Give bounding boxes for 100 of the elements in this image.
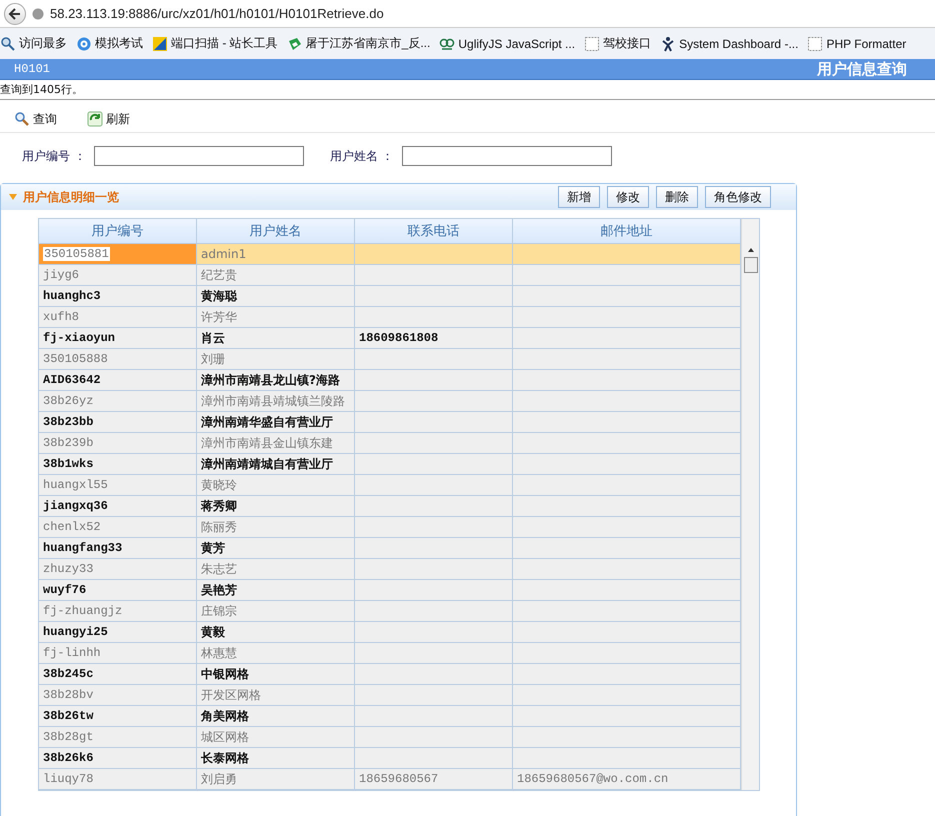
table-cell[interactable] xyxy=(513,748,741,769)
table-cell[interactable] xyxy=(513,349,741,370)
table-cell[interactable]: 38b1wks xyxy=(39,454,197,475)
table-cell[interactable]: 中银网格 xyxy=(197,664,355,685)
action-button[interactable]: 删除 xyxy=(656,186,698,208)
table-cell[interactable]: 角美网格 xyxy=(197,706,355,727)
table-cell[interactable]: 38b245c xyxy=(39,664,197,685)
table-cell[interactable] xyxy=(355,517,513,538)
table-cell[interactable] xyxy=(513,328,741,349)
action-button[interactable]: 新增 xyxy=(558,186,600,208)
table-cell[interactable]: 38b28gt xyxy=(39,727,197,748)
table-cell[interactable]: 黄晓玲 xyxy=(197,475,355,496)
table-cell[interactable] xyxy=(355,685,513,706)
bookmark[interactable]: 端口扫描 - 站长工具 xyxy=(152,35,278,52)
table-cell[interactable] xyxy=(513,580,741,601)
action-button[interactable]: 角色修改 xyxy=(705,186,771,208)
table-cell[interactable]: 纪艺贵 xyxy=(197,265,355,286)
table-cell[interactable]: 刘珊 xyxy=(197,349,355,370)
table-cell[interactable]: 肖云 xyxy=(197,328,355,349)
table-cell[interactable] xyxy=(355,349,513,370)
table-cell[interactable] xyxy=(355,664,513,685)
table-cell[interactable]: 陈丽秀 xyxy=(197,517,355,538)
input-field[interactable] xyxy=(94,146,304,166)
table-cell[interactable]: 38b28bv xyxy=(39,685,197,706)
table-cell[interactable]: huangyi25 xyxy=(39,622,197,643)
table-cell[interactable] xyxy=(355,748,513,769)
table-cell[interactable]: 长泰网格 xyxy=(197,748,355,769)
table-cell[interactable]: huangfang33 xyxy=(39,538,197,559)
column-header[interactable]: 用户姓名 xyxy=(197,219,355,244)
table-cell[interactable]: 18609861808 xyxy=(355,328,513,349)
column-header[interactable]: 联系电话 xyxy=(355,219,513,244)
refresh-button[interactable]: 刷新 xyxy=(87,110,130,128)
bookmark[interactable]: PHP Formatter xyxy=(807,36,906,52)
table-cell[interactable] xyxy=(513,370,741,391)
table-cell[interactable] xyxy=(513,538,741,559)
table-cell[interactable] xyxy=(355,412,513,433)
table-cell[interactable]: 黄芳 xyxy=(197,538,355,559)
table-cell[interactable] xyxy=(355,601,513,622)
table-cell[interactable] xyxy=(513,685,741,706)
table-cell[interactable] xyxy=(513,475,741,496)
table-cell[interactable] xyxy=(355,580,513,601)
table-cell[interactable] xyxy=(513,286,741,307)
input-field[interactable] xyxy=(402,146,612,166)
bookmark[interactable]: UglifyJS JavaScript ... xyxy=(439,36,576,52)
table-cell[interactable]: 38b26yz xyxy=(39,391,197,412)
table-cell[interactable]: 38b26tw xyxy=(39,706,197,727)
table-cell[interactable]: 38b239b xyxy=(39,433,197,454)
table-cell[interactable] xyxy=(513,517,741,538)
table-cell[interactable] xyxy=(513,643,741,664)
table-cell[interactable]: 350105881 xyxy=(39,244,197,265)
table-cell[interactable] xyxy=(355,244,513,265)
table-cell[interactable] xyxy=(513,622,741,643)
table-cell[interactable] xyxy=(513,454,741,475)
table-cell[interactable]: 漳州市南靖县金山镇东建 xyxy=(197,433,355,454)
table-cell[interactable] xyxy=(355,622,513,643)
bookmark[interactable]: 访问最多 xyxy=(0,35,67,52)
table-cell[interactable]: 刘启勇 xyxy=(197,769,355,790)
action-button[interactable]: 修改 xyxy=(607,186,649,208)
column-header[interactable]: 邮件地址 xyxy=(513,219,741,244)
table-cell[interactable]: 开发区网格 xyxy=(197,685,355,706)
table-cell[interactable]: wuyf76 xyxy=(39,580,197,601)
table-cell[interactable] xyxy=(513,706,741,727)
search-button[interactable]: 查询 xyxy=(14,110,57,128)
table-cell[interactable] xyxy=(513,244,741,265)
table-cell[interactable] xyxy=(355,307,513,328)
table-cell[interactable]: fj-zhuangjz xyxy=(39,601,197,622)
table-cell[interactable]: jiyg6 xyxy=(39,265,197,286)
table-cell[interactable] xyxy=(355,727,513,748)
table-cell[interactable]: 漳州市南靖县靖城镇兰陵路 xyxy=(197,391,355,412)
table-cell[interactable] xyxy=(513,307,741,328)
table-cell[interactable]: 18659680567@wo.com.cn xyxy=(513,769,741,790)
table-cell[interactable]: fj-linhh xyxy=(39,643,197,664)
table-cell[interactable]: 许芳华 xyxy=(197,307,355,328)
column-header[interactable]: 用户编号 xyxy=(39,219,197,244)
table-cell[interactable]: 350105888 xyxy=(39,349,197,370)
table-cell[interactable]: 黄海聪 xyxy=(197,286,355,307)
table-cell[interactable]: 城区网格 xyxy=(197,727,355,748)
url-text[interactable]: 58.23.113.19:8886/urc/xz01/h01/h0101/H0101Retrieve.do xyxy=(50,6,384,21)
table-cell[interactable] xyxy=(355,559,513,580)
table-cell[interactable]: 38b26k6 xyxy=(39,748,197,769)
scroll-thumb[interactable] xyxy=(744,257,758,273)
table-cell[interactable] xyxy=(513,601,741,622)
caret-icon[interactable] xyxy=(9,194,17,200)
table-cell[interactable] xyxy=(513,727,741,748)
table-cell[interactable] xyxy=(355,538,513,559)
table-cell[interactable]: 蒋秀卿 xyxy=(197,496,355,517)
table-cell[interactable] xyxy=(355,391,513,412)
table-cell[interactable] xyxy=(355,643,513,664)
table-cell[interactable]: chenlx52 xyxy=(39,517,197,538)
scrollbar[interactable] xyxy=(741,219,759,790)
table-cell[interactable]: fj-xiaoyun xyxy=(39,328,197,349)
table-cell[interactable]: 38b23bb xyxy=(39,412,197,433)
bookmark[interactable]: 驾校接口 xyxy=(584,35,652,52)
table-cell[interactable]: 黄毅 xyxy=(197,622,355,643)
table-cell[interactable] xyxy=(513,559,741,580)
table-cell[interactable] xyxy=(513,664,741,685)
table-cell[interactable] xyxy=(355,286,513,307)
table-cell[interactable] xyxy=(513,391,741,412)
bookmark[interactable]: System Dashboard -... xyxy=(660,36,798,52)
bookmark[interactable]: 模拟考试 xyxy=(76,35,143,52)
